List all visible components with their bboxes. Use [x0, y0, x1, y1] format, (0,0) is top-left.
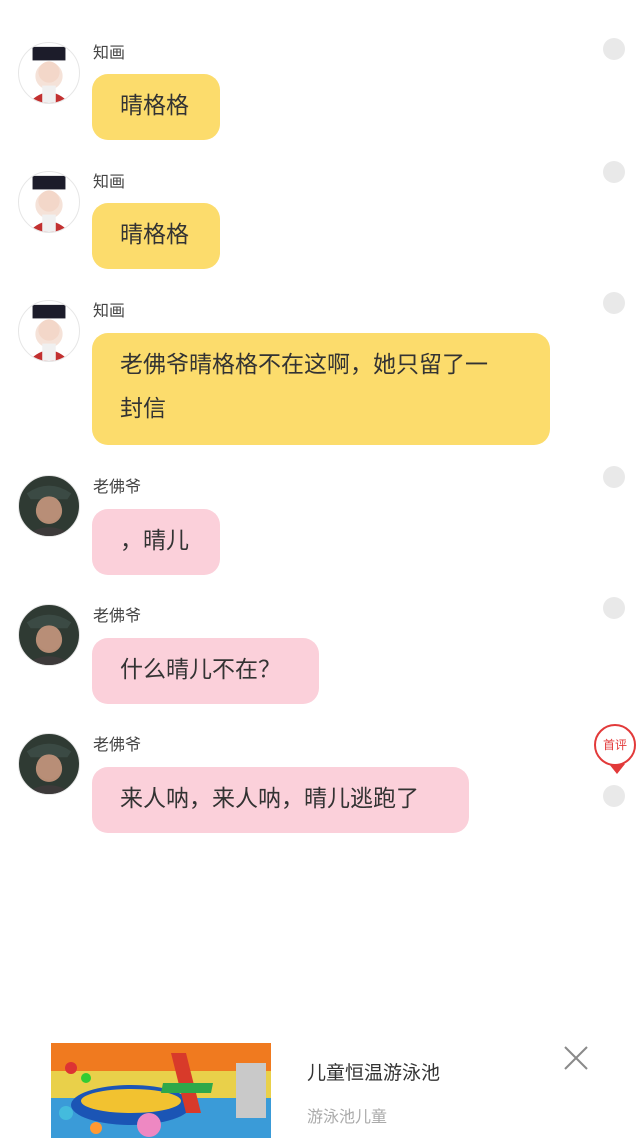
ad-banner[interactable]: 儿童恒温游泳池 游泳池儿童 [0, 1032, 640, 1138]
status-dot [603, 785, 625, 807]
ad-thumbnail-image [51, 1043, 271, 1138]
status-dot [603, 161, 625, 183]
message-bubble[interactable]: 什么晴儿不在？ [92, 638, 319, 704]
sender-name: 老佛爷 [93, 606, 142, 625]
sender-name: 知画 [93, 172, 126, 191]
laofoye-avatar-image [24, 614, 74, 665]
ad-thumbnail[interactable] [51, 1043, 271, 1138]
ad-title[interactable]: 儿童恒温游泳池 [307, 1058, 440, 1085]
sender-name: 老佛爷 [93, 735, 142, 754]
zhihua-avatar-image [28, 46, 70, 103]
laofoye-avatar[interactable] [18, 475, 80, 537]
message-bubble[interactable]: 来人呐，来人呐，晴儿逃跑了 [92, 767, 469, 833]
laofoye-avatar-image [24, 743, 74, 794]
sender-name: 老佛爷 [93, 477, 142, 496]
zhihua-avatar[interactable] [18, 42, 80, 104]
laofoye-avatar[interactable] [18, 733, 80, 795]
close-icon[interactable] [562, 1044, 590, 1072]
laofoye-avatar-image [24, 485, 74, 536]
zhihua-avatar-image [28, 175, 70, 232]
status-dot [603, 292, 625, 314]
status-dot [603, 466, 625, 488]
first-review-badge[interactable]: 首评 [594, 724, 636, 774]
message-bubble[interactable]: 老佛爷晴格格不在这啊，她只留了一 封信 [92, 333, 550, 445]
laofoye-avatar[interactable] [18, 604, 80, 666]
sender-name: 知画 [93, 43, 126, 62]
zhihua-avatar[interactable] [18, 300, 80, 362]
message-bubble[interactable]: 晴格格 [92, 203, 220, 269]
ad-subtitle: 游泳池儿童 [307, 1107, 388, 1126]
sender-name: 知画 [93, 301, 126, 320]
status-dot [603, 597, 625, 619]
zhihua-avatar[interactable] [18, 171, 80, 233]
close-icon-glyph [564, 1046, 588, 1070]
status-dot [603, 38, 625, 60]
zhihua-avatar-image [28, 304, 70, 361]
message-bubble[interactable]: 晴格格 [92, 74, 220, 140]
message-bubble[interactable]: ，晴儿 [92, 509, 220, 575]
